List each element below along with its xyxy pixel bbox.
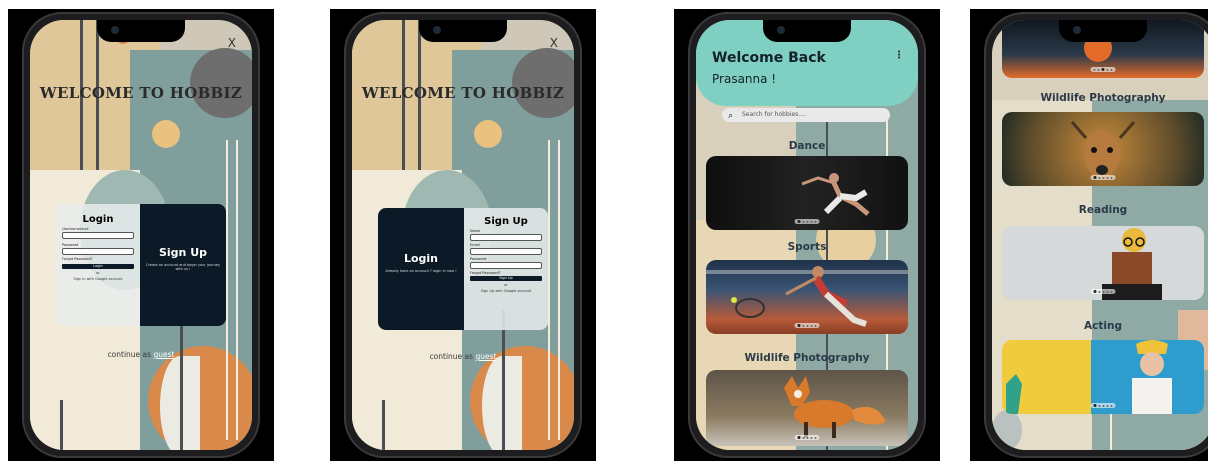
page-title: WELCOME TO HOBBIZ — [39, 84, 243, 102]
continue-as-guest[interactable]: continue as guest — [30, 350, 252, 359]
email-label: Email — [470, 243, 480, 247]
signup-title: Sign Up — [484, 216, 528, 227]
kebab-menu-icon[interactable]: ⋮ — [894, 50, 904, 61]
password-field[interactable] — [62, 248, 134, 255]
phone-home-frame: Welcome Back Prasanna ! ⋮ ⌕ Search for h… — [674, 9, 940, 461]
bg-shape — [512, 48, 574, 118]
auth-card: Login Already have an account ? login in… — [378, 208, 548, 330]
reading-image[interactable] — [1002, 226, 1204, 300]
or-divider: or — [504, 283, 508, 287]
category-title-reading: Reading — [1078, 204, 1128, 216]
search-placeholder: Search for hobbies.... — [742, 111, 806, 118]
page-title: WELCOME TO HOBBIZ — [361, 84, 565, 102]
carousel-dots[interactable] — [1090, 67, 1116, 72]
acting-image[interactable] — [1002, 340, 1204, 414]
carousel-dots[interactable] — [794, 435, 820, 440]
camera-icon — [433, 26, 441, 34]
camera-icon — [1073, 26, 1081, 34]
login-panel-title[interactable]: Login — [378, 252, 464, 265]
phone-body: X WELCOME TO HOBBIZ Login Already have a… — [344, 12, 582, 458]
home-screen: Welcome Back Prasanna ! ⋮ ⌕ Search for h… — [696, 20, 918, 450]
bg-line — [236, 140, 238, 440]
google-signup-button[interactable]: Sign Up with Google account — [464, 289, 548, 293]
bg-line — [558, 140, 560, 440]
notch — [1059, 20, 1147, 42]
bg-shape — [152, 120, 180, 148]
category-title-dance: Dance — [788, 140, 826, 152]
login-panel[interactable]: Login Already have an account ? login in… — [378, 208, 464, 330]
carousel-dots[interactable] — [1090, 403, 1116, 408]
phone-body: X WELCOME TO HOBBIZ Login Username/mail … — [22, 12, 260, 458]
google-signin-button[interactable]: Sign in with Google account — [56, 277, 140, 281]
dance-image[interactable] — [706, 156, 908, 230]
category-title-wildlife: Wildlife Photography — [744, 352, 870, 364]
password-label: Password — [62, 243, 79, 247]
category-title-acting: Acting — [1084, 320, 1122, 332]
carousel-dots[interactable] — [1090, 289, 1116, 294]
forgot-password-link[interactable]: Forgot Password? — [62, 257, 134, 261]
bg-line — [180, 310, 183, 450]
login-button[interactable]: Login — [62, 264, 134, 269]
signup-panel-title[interactable]: Sign Up — [140, 246, 226, 259]
bg-shape — [190, 48, 252, 118]
wildlife-image[interactable] — [1002, 112, 1204, 186]
name-label: Name — [470, 229, 481, 233]
guest-link[interactable]: guest — [153, 350, 174, 359]
username-field[interactable] — [62, 232, 134, 239]
email-field[interactable] — [470, 248, 542, 255]
camera-icon — [111, 26, 119, 34]
guest-prefix: continue as — [429, 352, 474, 361]
login-form: Login Username/mail Password Forgot Pass… — [56, 204, 140, 326]
login-title: Login — [82, 214, 114, 225]
bg-shape — [474, 120, 502, 148]
notch — [419, 20, 507, 42]
guest-link[interactable]: guest — [475, 352, 496, 361]
notch — [763, 20, 851, 42]
signup-form: Sign Up Name Email Password Forgot Passw… — [464, 208, 548, 330]
forgot-password-link[interactable]: Forgot Password? — [470, 271, 542, 275]
search-input[interactable]: ⌕ Search for hobbies.... — [722, 108, 890, 122]
bg-line — [382, 400, 385, 450]
phone-login-frame: X WELCOME TO HOBBIZ Login Username/mail … — [8, 9, 274, 461]
bg-line — [226, 140, 228, 440]
carousel-dots[interactable] — [794, 323, 820, 328]
login-screen: X WELCOME TO HOBBIZ Login Username/mail … — [30, 20, 252, 450]
phone-body: Welcome Back Prasanna ! ⋮ ⌕ Search for h… — [688, 12, 926, 458]
scrolled-screen: Wildlife Photography Reading Acting — [992, 20, 1208, 450]
guest-prefix: continue as — [107, 350, 152, 359]
wildlife-image[interactable] — [706, 370, 908, 446]
signup-panel-description: Create an account and begin your journey… — [146, 263, 221, 271]
username-label: Username/mail — [62, 227, 89, 231]
phone-scrolled-frame: Wildlife Photography Reading Acting — [970, 9, 1208, 461]
user-name: Prasanna ! — [712, 72, 777, 86]
category-title-sports: Sports — [787, 241, 827, 253]
camera-icon — [777, 26, 785, 34]
or-divider: or — [96, 271, 100, 275]
phone-body: Wildlife Photography Reading Acting — [984, 12, 1208, 458]
auth-card: Login Username/mail Password Forgot Pass… — [56, 204, 226, 326]
close-icon[interactable]: X — [228, 36, 236, 50]
close-icon[interactable]: X — [550, 36, 558, 50]
continue-as-guest[interactable]: continue as guest — [352, 352, 574, 361]
category-title-wildlife: Wildlife Photography — [1040, 92, 1166, 104]
signup-panel[interactable]: Sign Up Create an account and begin your… — [140, 204, 226, 326]
password-field[interactable] — [470, 262, 542, 269]
carousel-dots[interactable] — [1090, 175, 1116, 180]
search-icon: ⌕ — [728, 111, 734, 121]
name-field[interactable] — [470, 234, 542, 241]
bg-shape — [992, 410, 1022, 450]
bg-line — [548, 140, 550, 440]
welcome-heading: Welcome Back — [712, 50, 826, 66]
phone-signup-frame: X WELCOME TO HOBBIZ Login Already have a… — [330, 9, 596, 461]
signup-button[interactable]: Sign Up — [470, 276, 542, 281]
signup-screen: X WELCOME TO HOBBIZ Login Already have a… — [352, 20, 574, 450]
notch — [97, 20, 185, 42]
bg-line — [60, 400, 63, 450]
carousel-dots[interactable] — [794, 219, 820, 224]
password-label: Password — [470, 257, 487, 261]
bg-line — [502, 310, 505, 450]
sports-image[interactable] — [706, 260, 908, 334]
login-panel-description: Already have an account ? login in now ! — [385, 269, 457, 273]
